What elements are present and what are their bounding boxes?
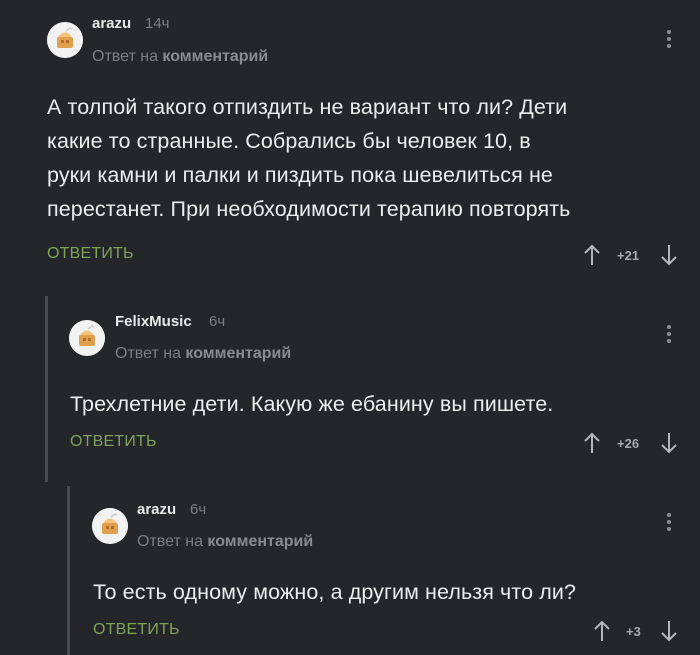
timestamp: 6ч — [209, 313, 226, 330]
reply-to-link[interactable]: комментарий — [207, 533, 313, 550]
thread-line-level-1[interactable] — [45, 296, 48, 482]
comment-text-line: А толпой такого отпиздить не вариант что… — [47, 95, 568, 119]
reply-to-prefix: Ответ на — [137, 533, 203, 550]
downvote-arrow-icon[interactable] — [659, 243, 679, 267]
comment-text-line: руки камни и палки и пиздить пока шевели… — [47, 163, 553, 187]
comment-text: А толпой такого отпиздить не вариант что… — [47, 90, 570, 226]
reply-button[interactable]: ОТВЕТИТЬ — [47, 245, 134, 263]
comment-score: +26 — [617, 436, 640, 451]
upvote-arrow-icon[interactable] — [592, 619, 612, 643]
upvote-arrow-icon[interactable] — [582, 431, 602, 455]
reply-to-link[interactable]: комментарий — [185, 345, 291, 362]
comment-text-line: перестанет. При необходимости терапию по… — [47, 197, 571, 221]
reply-to-link[interactable]: комментарий — [162, 48, 268, 65]
comment-score: +3 — [626, 624, 641, 639]
avatar-image-icon — [92, 508, 128, 544]
upvote-arrow-icon[interactable] — [582, 243, 602, 267]
reply-to-label: Ответ на комментарий — [115, 345, 291, 363]
more-options-icon[interactable] — [664, 513, 674, 535]
comment-text-line: какие то странные. Собрались бы человек … — [47, 129, 531, 153]
reply-to-label: Ответ на комментарий — [137, 533, 313, 551]
downvote-arrow-icon[interactable] — [659, 619, 679, 643]
avatar-image-icon — [47, 22, 83, 58]
comment-text-line: То есть одному можно, а другим нельзя чт… — [93, 580, 577, 604]
username[interactable]: arazu — [137, 501, 176, 518]
avatar[interactable] — [69, 320, 105, 356]
thread-line-level-2[interactable] — [67, 486, 70, 655]
comment-text: Трехлетние дети. Какую же ебанину вы пиш… — [70, 387, 553, 421]
reply-to-prefix: Ответ на — [115, 345, 181, 362]
avatar[interactable] — [92, 508, 128, 544]
reply-to-label: Ответ на комментарий — [92, 48, 268, 66]
avatar-image-icon — [69, 320, 105, 356]
comment-text: То есть одному можно, а другим нельзя чт… — [93, 575, 576, 609]
downvote-arrow-icon[interactable] — [659, 431, 679, 455]
timestamp: 6ч — [190, 501, 207, 518]
comment-score: +21 — [617, 248, 640, 263]
username[interactable]: FelixMusic — [115, 313, 192, 330]
more-options-icon[interactable] — [664, 30, 674, 52]
reply-to-prefix: Ответ на — [92, 48, 158, 65]
reply-button[interactable]: ОТВЕТИТЬ — [93, 621, 180, 639]
more-options-icon[interactable] — [664, 325, 674, 347]
comment-text-line: Трехлетние дети. Какую же ебанину вы пиш… — [70, 392, 554, 416]
username[interactable]: arazu — [92, 15, 131, 32]
timestamp: 14ч — [145, 15, 170, 32]
reply-button[interactable]: ОТВЕТИТЬ — [70, 433, 157, 451]
comment-thread: arazu 14ч Ответ на комментарий А толпой … — [0, 0, 700, 655]
avatar[interactable] — [47, 22, 83, 58]
